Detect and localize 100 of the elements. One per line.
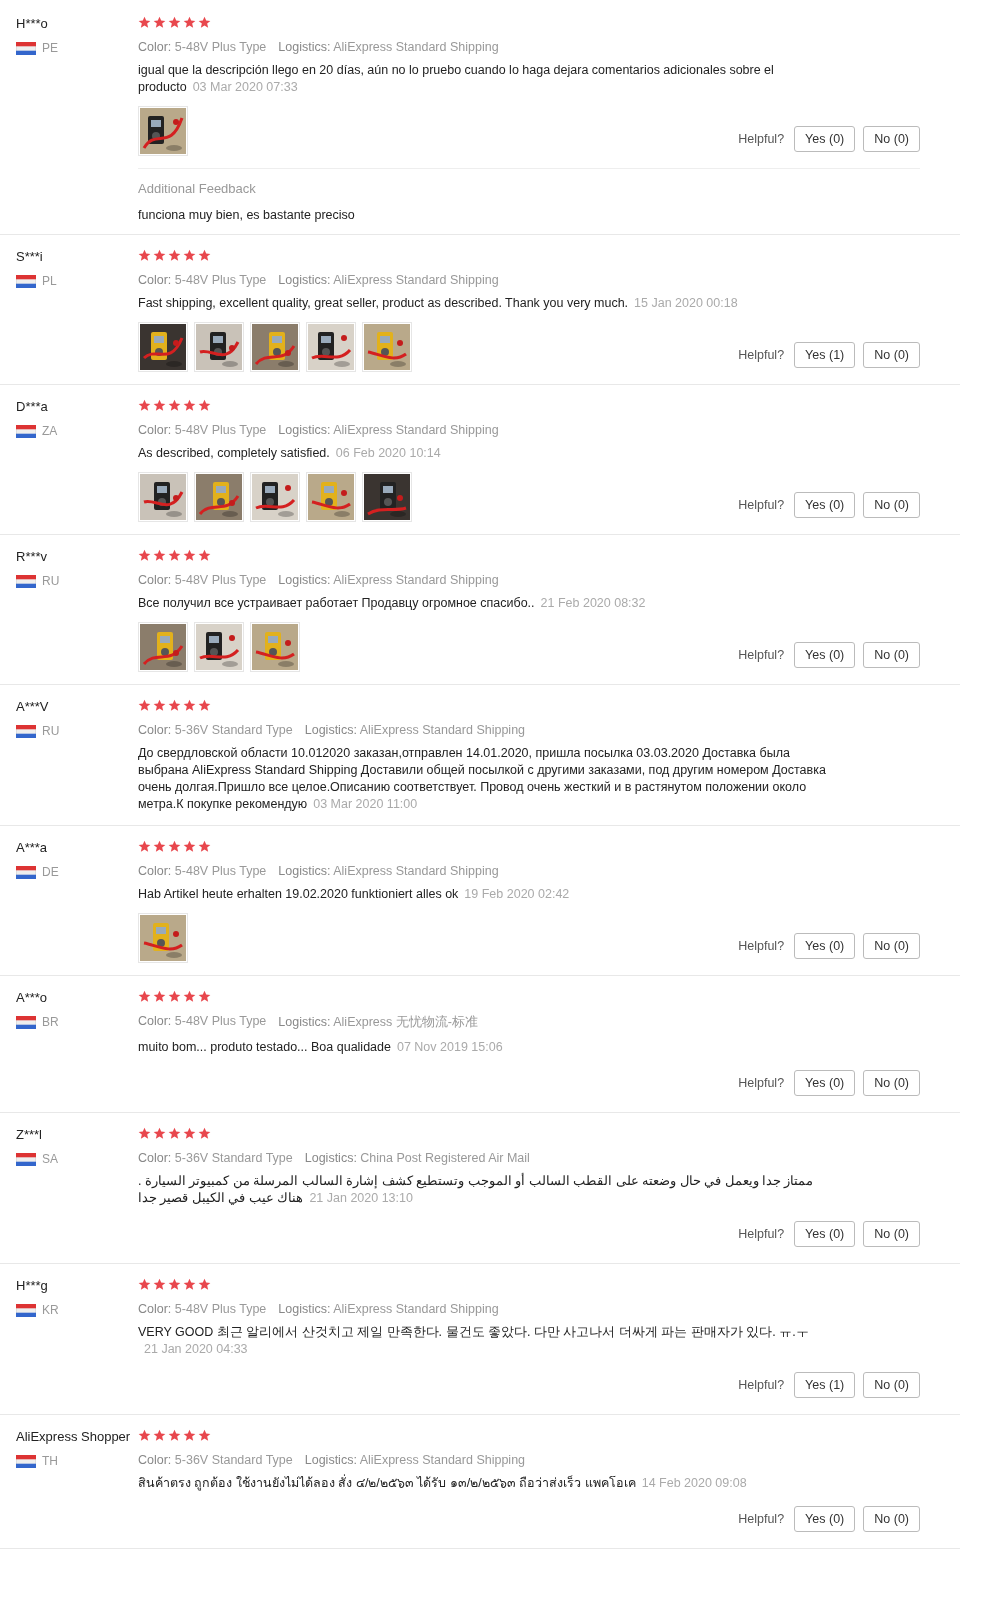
helpful-label: Helpful? (738, 348, 785, 362)
star-icon (153, 1278, 166, 1291)
color-spec: Color: 5-36V Standard Type (138, 723, 293, 737)
no-button[interactable]: No (0) (863, 1506, 920, 1532)
flag-icon (16, 1152, 36, 1166)
helpful-label: Helpful? (738, 132, 785, 146)
flag-icon (16, 1015, 36, 1029)
color-spec: Color: 5-36V Standard Type (138, 1151, 293, 1165)
country-code: SA (42, 1152, 58, 1166)
flag-icon (16, 865, 36, 879)
star-icon (198, 16, 211, 29)
color-spec: Color: 5-48V Plus Type (138, 273, 267, 287)
star-icon (138, 1278, 151, 1291)
yes-button[interactable]: Yes (0) (794, 1221, 856, 1247)
star-icon (153, 1127, 166, 1140)
review-text: Hab Artikel heute erhalten 19.02.2020 funktioniert alles ok 19 Feb 2020 02:42 (138, 886, 570, 903)
flag-icon (16, 41, 36, 55)
star-icon (168, 249, 181, 262)
star-icon (183, 549, 196, 562)
country-code: PL (42, 274, 57, 288)
no-button[interactable]: No (0) (863, 1221, 920, 1247)
color-spec: Color: 5-36V Standard Type (138, 1453, 293, 1467)
star-icon (138, 699, 151, 712)
star-icon (198, 840, 211, 853)
star-icon (138, 1429, 151, 1442)
reviewer-name: S***i (16, 249, 43, 264)
yes-button[interactable]: Yes (0) (794, 933, 856, 959)
yes-button[interactable]: Yes (1) (794, 1372, 856, 1398)
logistics-spec: Logistics: AliExpress Standard Shipping (278, 864, 499, 878)
star-icon (198, 399, 211, 412)
helpful-label: Helpful? (738, 498, 785, 512)
yes-button[interactable]: Yes (0) (794, 126, 856, 152)
logistics-spec: Logistics: AliExpress Standard Shipping (278, 423, 499, 437)
country-code: RU (42, 574, 60, 588)
star-icon (153, 840, 166, 853)
star-icon (183, 990, 196, 1003)
star-icon (138, 249, 151, 262)
star-icon (138, 549, 151, 562)
star-icon (198, 1429, 211, 1442)
star-icon (198, 699, 211, 712)
flag-icon (16, 574, 36, 588)
star-icon (168, 1429, 181, 1442)
yes-button[interactable]: Yes (0) (794, 642, 856, 668)
star-icon (183, 249, 196, 262)
yes-button[interactable]: Yes (1) (794, 342, 856, 368)
helpful-label: Helpful? (738, 939, 785, 953)
no-button[interactable]: No (0) (863, 642, 920, 668)
country-code: BR (42, 1015, 59, 1029)
yes-button[interactable]: Yes (0) (794, 1506, 856, 1532)
logistics-spec: Logistics: AliExpress Standard Shipping (278, 573, 499, 587)
no-button[interactable]: No (0) (863, 492, 920, 518)
reviewer-name: A***V (16, 699, 49, 714)
star-icon (183, 1429, 196, 1442)
no-button[interactable]: No (0) (863, 1070, 920, 1096)
additional-feedback-text: funciona muy bien, es bastante preciso (138, 208, 356, 222)
star-icon (183, 1127, 196, 1140)
no-button[interactable]: No (0) (863, 933, 920, 959)
no-button[interactable]: No (0) (863, 126, 920, 152)
helpful-label: Helpful? (738, 1076, 785, 1090)
color-spec: Color: 5-48V Plus Type (138, 1302, 267, 1316)
reviewer-name: D***a (16, 399, 48, 414)
star-icon (183, 399, 196, 412)
review-text: muito bom... produto testado... Boa qualidade 07 Nov 2019 15:06 (138, 1039, 503, 1056)
logistics-spec: Logistics: AliExpress Standard Shipping (278, 273, 499, 287)
country-code: KR (42, 1303, 59, 1317)
star-icon (183, 840, 196, 853)
logistics-spec: Logistics: AliExpress Standard Shipping (304, 723, 526, 737)
no-button[interactable]: No (0) (863, 342, 920, 368)
yes-button[interactable]: Yes (0) (794, 492, 856, 518)
color-spec: Color: 5-48V Plus Type (138, 573, 267, 587)
yes-button[interactable]: Yes (0) (794, 1070, 856, 1096)
logistics-spec: Logistics: China Post Registered Air Mail (304, 1151, 530, 1165)
reviewer-name: A***a (16, 840, 48, 855)
reviewer-name: AliExpress Shopper (16, 1429, 131, 1444)
reviewer-name: A***o (16, 990, 48, 1005)
flag-icon (16, 424, 36, 438)
review-text: До свердловской области 10.012020 заказан,отправлен 14.01.2020, пришла посылка 03.03.2020 Доставка была выбрана AliExpress Standard Shipping Доставили общей посылкой с другими заказами, под другим номером Доставка очень долгая.Пришло все целое.Описанию соответствует. Провод очень жесткий и в растянутом положении около метра.К покупке рекомендую 03 Mar 2020 11:00 (138, 745, 827, 813)
star-icon (138, 1127, 151, 1140)
star-icon (153, 990, 166, 1003)
star-icon (168, 549, 181, 562)
country-code: ZA (42, 424, 58, 438)
country-code: DE (42, 865, 59, 879)
star-icon (168, 1278, 181, 1291)
review-text: igual que la descripción llego en 20 días, aún no lo pruebo cuando lo haga dejara comentarios adicionales sobre el producto 03 Mar 2020 07:33 (138, 62, 775, 96)
additional-feedback-title: Additional Feedback (138, 181, 256, 196)
star-icon (153, 249, 166, 262)
review-text: VERY GOOD 최근 알리에서 산것치고 제일 만족한다. 물건도 좋았다. 다만 사고나서 더싸게 파는 판매자가 있다. ㅠ.ㅜ 21 Jan 2020 04:33 (138, 1324, 810, 1358)
star-icon (138, 840, 151, 853)
helpful-label: Helpful? (738, 648, 785, 662)
star-icon (138, 990, 151, 1003)
star-icon (153, 1429, 166, 1442)
country-code: TH (42, 1454, 58, 1468)
reviewer-name: H***g (16, 1278, 48, 1293)
star-icon (168, 990, 181, 1003)
flag-icon (16, 724, 36, 738)
reviewer-name: H***o (16, 16, 48, 31)
color-spec: Color: 5-48V Plus Type (138, 423, 267, 437)
star-icon (138, 16, 151, 29)
no-button[interactable]: No (0) (863, 1372, 920, 1398)
review-text: Все получил все устраивает работает Продавцу огромное спасибо.. 21 Feb 2020 08:32 (138, 595, 646, 612)
